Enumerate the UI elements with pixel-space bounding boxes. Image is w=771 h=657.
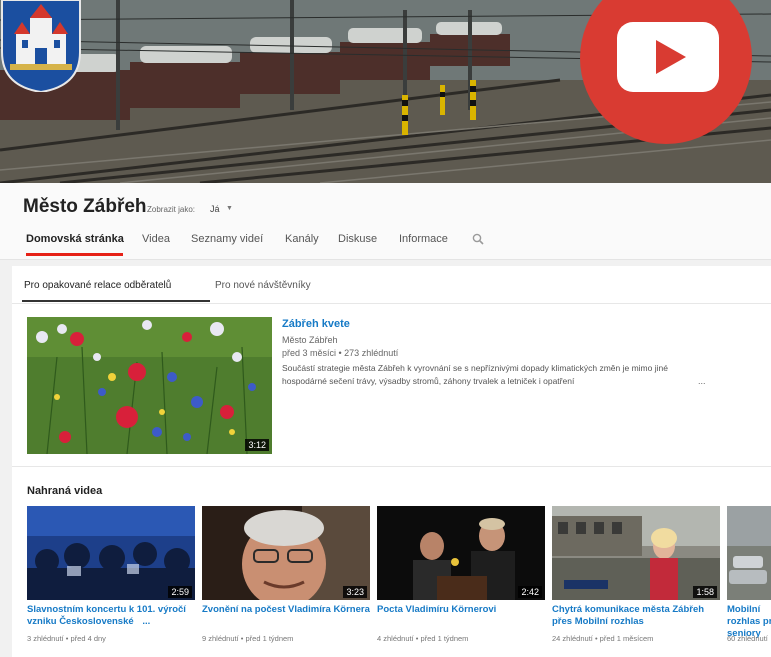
video-thumbnail[interactable]: 2:42 — [377, 506, 545, 600]
section-divider — [12, 466, 771, 467]
video-title-text[interactable]: Slavnostním koncertu k 101. výročí vznik… — [27, 604, 186, 627]
tab-videos[interactable]: Videa — [142, 233, 170, 245]
subtab-returning-subscribers[interactable]: Pro opakované relace odběratelů — [24, 280, 171, 291]
video-meta: 3 zhlédnutí • před 4 dny — [27, 634, 106, 643]
video-duration: 2:42 — [518, 586, 542, 598]
active-tab-indicator — [26, 253, 123, 256]
home-content-panel: Pro opakované relace odběratelů Pro nové… — [12, 266, 771, 657]
tab-about[interactable]: Informace — [399, 233, 448, 245]
featured-video-thumbnail[interactable]: 3:12 — [27, 317, 272, 454]
video-meta: 4 zhlédnutí • před 1 týdnem — [377, 634, 469, 643]
video-title[interactable]: Zvonění na počest Vladimíra Körnera — [202, 604, 376, 616]
video-thumbnail[interactable]: 2:59 — [27, 506, 195, 600]
search-icon[interactable] — [472, 233, 484, 245]
video-meta: 9 zhlédnutí • před 1 týdnem — [202, 634, 294, 643]
video-card[interactable]: Mobilní rozhlas pro seniory 60 zhlédnutí — [727, 506, 771, 651]
featured-duration: 3:12 — [245, 439, 269, 451]
featured-video-title[interactable]: Zábřeh kvete — [282, 318, 350, 330]
street-scene-image — [727, 506, 771, 600]
city-crest-logo — [1, 0, 81, 92]
video-title[interactable]: Slavnostním koncertu k 101. výročí vznik… — [27, 604, 201, 628]
video-thumbnail[interactable]: 1:58 — [552, 506, 720, 600]
video-duration: 3:23 — [343, 586, 367, 598]
uploads-section-title[interactable]: Nahraná videa — [27, 485, 102, 497]
view-as-dropdown[interactable]: Já — [210, 204, 220, 214]
tab-playlists[interactable]: Seznamy videí — [191, 233, 263, 245]
featured-more-ellipsis[interactable]: ... — [698, 376, 706, 386]
video-duration: 2:59 — [168, 586, 192, 598]
title-ellipsis: ... — [142, 616, 151, 627]
view-as-label: Zobrazit jako: — [147, 205, 196, 214]
video-meta: 60 zhlédnutí — [727, 634, 768, 643]
active-subtab-indicator — [22, 300, 210, 302]
video-title[interactable]: Chytrá komunikace města Zábřeh přes Mobi… — [552, 604, 726, 628]
flower-meadow-image — [27, 317, 272, 454]
tab-discussion[interactable]: Diskuse — [338, 233, 377, 245]
caret-down-icon[interactable]: ▼ — [226, 205, 233, 212]
featured-video-description: Součástí strategie města Zábřeh k vyrovn… — [282, 363, 668, 386]
channel-header: Město Zábřeh Zobrazit jako: Já ▼ Domovsk… — [0, 183, 771, 260]
video-title[interactable]: Pocta Vladimíru Körnerovi — [377, 604, 551, 616]
video-thumbnail[interactable] — [727, 506, 771, 600]
featured-video-meta: před 3 měsíci • 273 zhlédnutí — [282, 348, 399, 358]
tab-channels[interactable]: Kanály — [285, 233, 319, 245]
play-triangle-icon — [656, 40, 686, 74]
video-meta: 24 zhlédnutí • před 1 měsícem — [552, 634, 654, 643]
tab-home[interactable]: Domovská stránka — [26, 233, 124, 245]
channel-title: Město Zábřeh — [23, 196, 147, 217]
video-duration: 1:58 — [693, 586, 717, 598]
channel-banner — [0, 0, 771, 183]
video-thumbnail[interactable]: 3:23 — [202, 506, 370, 600]
featured-video-channel[interactable]: Město Zábřeh — [282, 335, 338, 345]
audience-subtabs: Pro opakované relace odběratelů Pro nové… — [12, 266, 771, 304]
subtab-new-visitors[interactable]: Pro nové návštěvníky — [215, 280, 311, 291]
